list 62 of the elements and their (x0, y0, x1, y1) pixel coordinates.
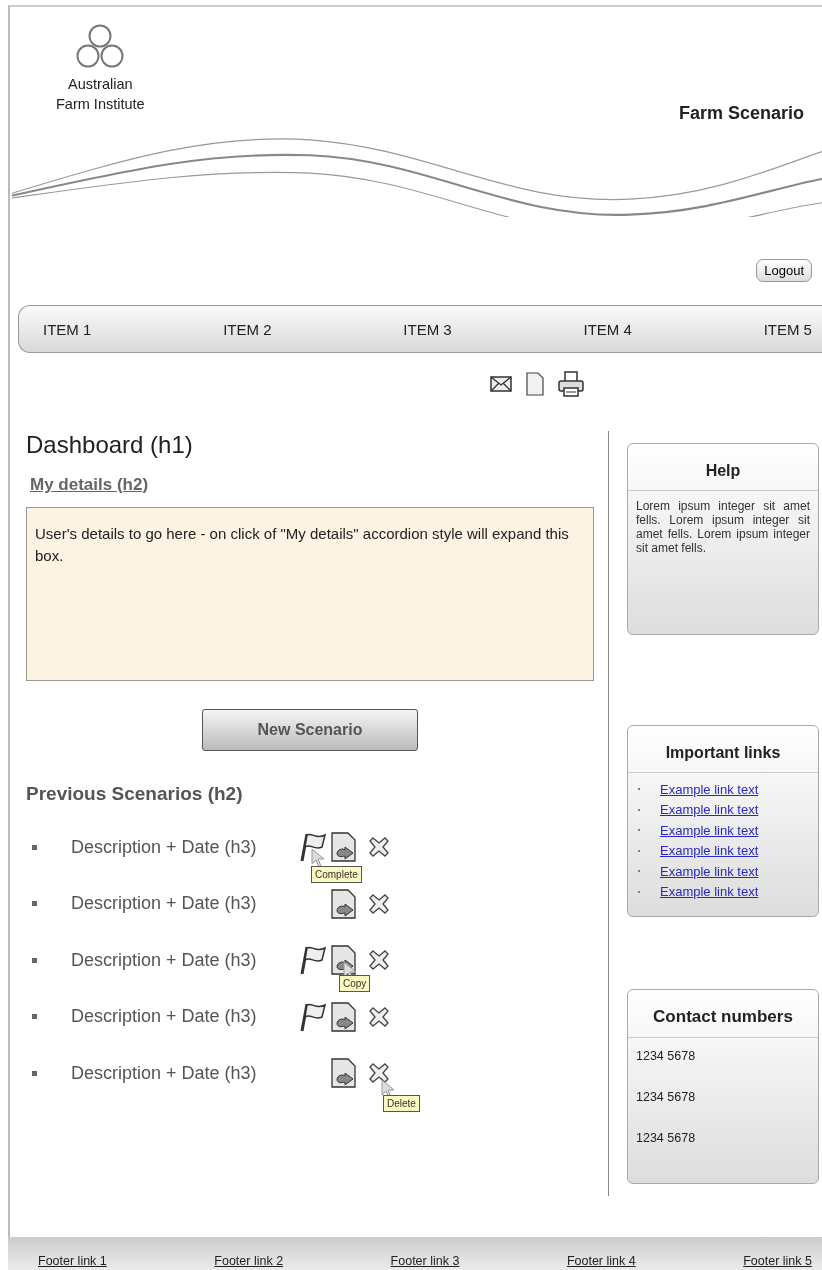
footer-link[interactable]: Footer link 2 (214, 1254, 284, 1268)
nav-item[interactable]: ITEM 2 (223, 320, 272, 338)
panel-title: Help (628, 444, 818, 491)
bullet-icon (32, 844, 37, 850)
logo-text: Australian (67, 75, 134, 94)
scenario-title[interactable]: Description + Date (h3) (71, 1062, 299, 1084)
scenario-title[interactable]: Description + Date (h3) (71, 949, 299, 971)
delete-icon[interactable] (369, 950, 389, 971)
phone-number: 1234 5678 (636, 1089, 697, 1106)
bullet-icon (32, 1070, 37, 1076)
three-circles-logo-icon (75, 24, 126, 70)
bullet-icon (32, 957, 37, 963)
footer-link[interactable]: Footer link 1 (38, 1254, 107, 1268)
phone-number: 1234 5678 (636, 1048, 697, 1065)
envelope-icon[interactable] (490, 376, 512, 392)
section-heading: Previous Scenarios (h2) (26, 783, 244, 805)
delete-icon[interactable] (369, 893, 389, 914)
tooltip: Delete (383, 1095, 420, 1113)
panel-title: Important links (628, 726, 818, 773)
mouse-pointer-icon (311, 848, 325, 869)
printer-icon[interactable] (558, 371, 584, 397)
site-title: Farm Scenario (678, 103, 804, 124)
sidebar-link[interactable]: Example link text (660, 802, 759, 818)
logo-text: Farm Institute (56, 95, 145, 114)
new-scenario-button[interactable]: New Scenario (202, 709, 418, 751)
footer-link[interactable]: Footer link 5 (743, 1254, 812, 1268)
sidebar-link[interactable]: Example link text (660, 863, 759, 879)
copy-document-icon[interactable] (331, 1058, 358, 1089)
logout-button[interactable]: Logout (756, 259, 812, 282)
copy-document-icon[interactable] (331, 888, 358, 919)
sidebar-link[interactable]: Example link text (660, 781, 759, 797)
document-icon[interactable] (526, 372, 544, 396)
delete-icon[interactable] (369, 837, 389, 858)
phone-number: 1234 5678 (636, 1130, 697, 1147)
scenario-title[interactable]: Description + Date (h3) (71, 893, 299, 915)
nav-item[interactable]: ITEM 4 (583, 320, 632, 338)
flag-icon[interactable] (299, 945, 327, 976)
bullet-icon (32, 1014, 37, 1020)
copy-document-icon[interactable] (331, 832, 358, 863)
tooltip: Copy (339, 975, 371, 993)
sidebar-link[interactable]: Example link text (660, 884, 759, 900)
delete-icon[interactable] (369, 1063, 389, 1084)
footer-link[interactable]: Footer link 4 (566, 1254, 636, 1268)
copy-document-icon[interactable] (331, 1001, 358, 1032)
sidebar-link[interactable]: Example link text (660, 822, 759, 838)
page-heading: Dashboard (h1) (26, 431, 194, 459)
flag-icon[interactable] (299, 1001, 327, 1032)
nav-item[interactable]: ITEM 1 (43, 320, 92, 338)
section-heading-link[interactable]: My details (h2) (30, 475, 149, 495)
help-text: Lorem ipsum integer sit amet fells. Lorem ipsum integer sit amet fells. Lorem ipsum integer sit amet fells. (636, 499, 810, 555)
details-text: User's details to go here - on click of "My details" accordion style will expand this box. (35, 524, 570, 566)
nav-item[interactable]: ITEM 3 (403, 320, 452, 338)
scenario-title[interactable]: Description + Date (h3) (71, 836, 299, 858)
sidebar-link[interactable]: Example link text (660, 843, 759, 859)
delete-icon[interactable] (369, 1006, 389, 1027)
footer-link[interactable]: Footer link 3 (390, 1254, 460, 1268)
scenario-title[interactable]: Description + Date (h3) (71, 1006, 299, 1028)
nav-item[interactable]: ITEM 5 (763, 320, 812, 338)
panel-title: Contact numbers (628, 990, 818, 1038)
bullet-icon (32, 901, 37, 907)
tooltip: Complete (311, 866, 362, 884)
flag-icon[interactable] (299, 832, 327, 863)
